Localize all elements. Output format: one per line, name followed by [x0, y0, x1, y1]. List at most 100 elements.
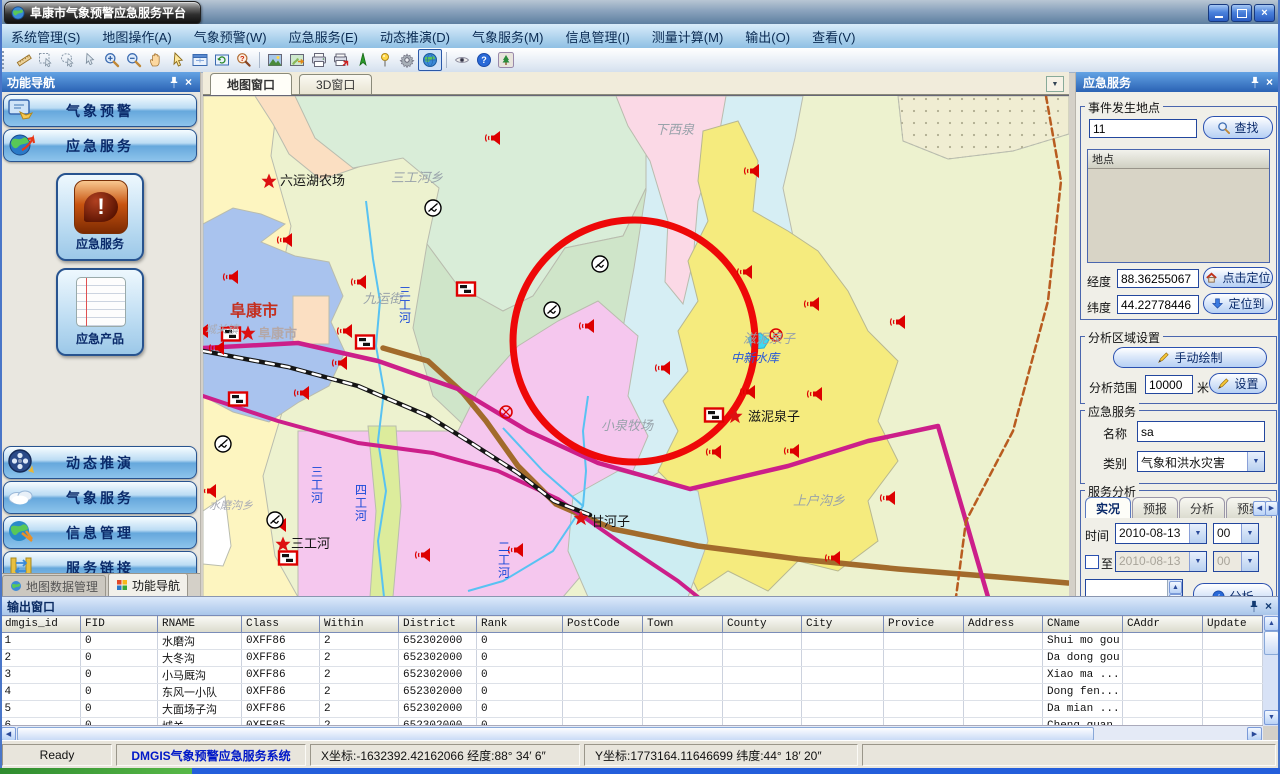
manual-draw-button[interactable]: 手动绘制 — [1113, 347, 1267, 368]
station-icon[interactable] — [267, 512, 283, 528]
tab-3d-view[interactable]: 3D窗口 — [299, 74, 372, 94]
table-row[interactable]: 40东风一小队0XFF8626523020000Dong fen... — [1, 684, 1263, 701]
eye-view-icon[interactable] — [451, 50, 473, 70]
analysis-tab-分析[interactable]: 分析 — [1179, 497, 1225, 518]
table-row[interactable]: 20大冬沟0XFF8626523020000Da dong gou — [1, 650, 1263, 667]
zoom-in-icon[interactable] — [101, 50, 123, 70]
latitude-input[interactable] — [1117, 295, 1199, 314]
scroll-thumb[interactable] — [1264, 631, 1279, 655]
set-range-button[interactable]: 设置 — [1209, 373, 1267, 394]
tab-list-dropdown[interactable]: ▼ — [1046, 76, 1064, 92]
station-icon[interactable] — [425, 200, 441, 216]
table-row[interactable]: 10水磨沟0XFF8626523020000Shui mo gou — [1, 633, 1263, 650]
element-listbox[interactable]: 降水空气温度 ▲ ▼ — [1085, 579, 1183, 596]
to-date-combo[interactable]: 2010-08-13▼ — [1115, 551, 1207, 572]
column-header-CAddr[interactable]: CAddr — [1123, 616, 1203, 633]
column-header-City[interactable]: City — [802, 616, 884, 633]
column-header-FID[interactable]: FID — [81, 616, 158, 633]
scroll-up-icon[interactable]: ▲ — [1169, 581, 1182, 594]
minimize-button[interactable] — [1208, 4, 1229, 22]
globe-service-icon[interactable] — [418, 49, 442, 71]
full-extent-icon[interactable] — [189, 50, 211, 70]
listbox-scrollbar[interactable]: ▲ ▼ — [1167, 580, 1182, 596]
pointer-arrow-icon[interactable] — [167, 50, 189, 70]
menu-item[interactable]: 应急服务(E) — [278, 24, 369, 49]
close-icon[interactable]: × — [1262, 75, 1277, 90]
flag-icon[interactable] — [279, 552, 297, 565]
flag-icon[interactable] — [229, 393, 247, 406]
select-pointer-icon[interactable] — [79, 50, 101, 70]
date-combo[interactable]: 2010-08-13▼ — [1115, 523, 1207, 544]
flag-icon[interactable] — [356, 336, 374, 349]
toolbar-grip[interactable] — [2, 51, 11, 69]
menu-item[interactable]: 系统管理(S) — [0, 24, 91, 49]
location-search-input[interactable] — [1089, 119, 1197, 138]
station-icon[interactable] — [592, 256, 608, 272]
map-canvas[interactable]: 六运湖农场三工河乡下西泉九运街阜康市城关镇阜康市滋泥泉子中新水库滋泥泉子小泉牧场… — [203, 95, 1069, 598]
dropdown-arrow-icon[interactable]: ▼ — [1241, 524, 1258, 543]
dropdown-arrow-icon[interactable]: ▼ — [1247, 452, 1264, 471]
service-name-input[interactable] — [1137, 421, 1265, 442]
click-locate-button[interactable]: 点击定位 — [1203, 267, 1273, 288]
column-header-PostCode[interactable]: PostCode — [563, 616, 643, 633]
scroll-right-icon[interactable]: ▶ — [1247, 727, 1262, 741]
to-checkbox[interactable] — [1085, 555, 1099, 569]
dropdown-arrow-icon[interactable]: ▼ — [1189, 524, 1206, 543]
map-export-icon[interactable] — [286, 50, 308, 70]
scroll-thumb[interactable] — [17, 727, 1094, 741]
flag-icon[interactable] — [457, 283, 475, 296]
menu-item[interactable]: 输出(O) — [734, 24, 801, 49]
pin-icon[interactable] — [1247, 75, 1262, 90]
tab-function-nav[interactable]: 功能导航 — [108, 573, 188, 596]
scroll-left-icon[interactable]: ◀ — [1, 727, 16, 741]
nav-item-weather-service[interactable]: 气象服务 — [3, 481, 197, 514]
tab-scroll-right[interactable]: ▶ — [1265, 501, 1278, 516]
column-header-dmgis_id[interactable]: dmgis_id — [1, 616, 81, 633]
column-header-County[interactable]: County — [723, 616, 802, 633]
menu-item[interactable]: 信息管理(I) — [555, 24, 641, 49]
print-preview-icon[interactable] — [330, 50, 352, 70]
location-result-list[interactable]: 地点 — [1087, 149, 1270, 263]
scroll-down-icon[interactable]: ▼ — [1264, 710, 1279, 725]
menu-item[interactable]: 测量计算(M) — [641, 24, 735, 49]
help-icon[interactable]: ? — [473, 50, 495, 70]
analyze-button[interactable]: i 分析 — [1193, 583, 1273, 596]
menu-item[interactable]: 地图操作(A) — [91, 24, 182, 49]
column-header-RNAME[interactable]: RNAME — [158, 616, 242, 633]
column-header-Class[interactable]: Class — [242, 616, 320, 633]
nav-item-info-management[interactable]: 信息管理 — [3, 516, 197, 549]
menu-item[interactable]: 查看(V) — [801, 24, 866, 49]
longitude-input[interactable] — [1117, 269, 1199, 288]
shortcut-emergency-product[interactable]: 应急产品 — [56, 268, 144, 356]
station-icon[interactable] — [544, 302, 560, 318]
restore-button[interactable] — [1231, 4, 1252, 22]
station-icon[interactable] — [215, 436, 231, 452]
location-pin-icon[interactable] — [374, 50, 396, 70]
refresh-view-icon[interactable] — [211, 50, 233, 70]
pin-icon[interactable] — [1246, 599, 1261, 614]
identify-icon[interactable]: ? — [233, 50, 255, 70]
column-header-Provice[interactable]: Provice — [884, 616, 964, 633]
settings-gear-icon[interactable] — [396, 50, 418, 70]
analysis-range-input[interactable] — [1145, 375, 1193, 394]
tab-map-view[interactable]: 地图窗口 — [210, 73, 292, 95]
analysis-tab-实况[interactable]: 实况 — [1085, 497, 1131, 518]
to-hour-combo[interactable]: 00▼ — [1213, 551, 1259, 572]
goto-location-button[interactable]: 定位到 — [1203, 293, 1273, 314]
analysis-tab-预报[interactable]: 预报 — [1132, 497, 1178, 518]
shortcut-emergency-service[interactable]: !应急服务 — [56, 173, 144, 261]
menu-item[interactable]: 气象预警(W) — [183, 24, 278, 49]
image-layer-icon[interactable] — [264, 50, 286, 70]
north-arrow-icon[interactable] — [352, 50, 374, 70]
flag-icon[interactable] — [705, 409, 723, 422]
nav-item-dynamic-deduction[interactable]: 动态推演 — [3, 446, 197, 479]
find-button[interactable]: 查找 — [1203, 116, 1273, 139]
zoom-out-icon[interactable] — [123, 50, 145, 70]
menu-item[interactable]: 动态推演(D) — [369, 24, 461, 49]
column-header-District[interactable]: District — [399, 616, 477, 633]
pin-icon[interactable] — [166, 75, 181, 90]
legend-tree-icon[interactable] — [495, 50, 517, 70]
measure-ruler-icon[interactable] — [13, 50, 35, 70]
printer-icon[interactable] — [308, 50, 330, 70]
column-header-Within[interactable]: Within — [320, 616, 399, 633]
